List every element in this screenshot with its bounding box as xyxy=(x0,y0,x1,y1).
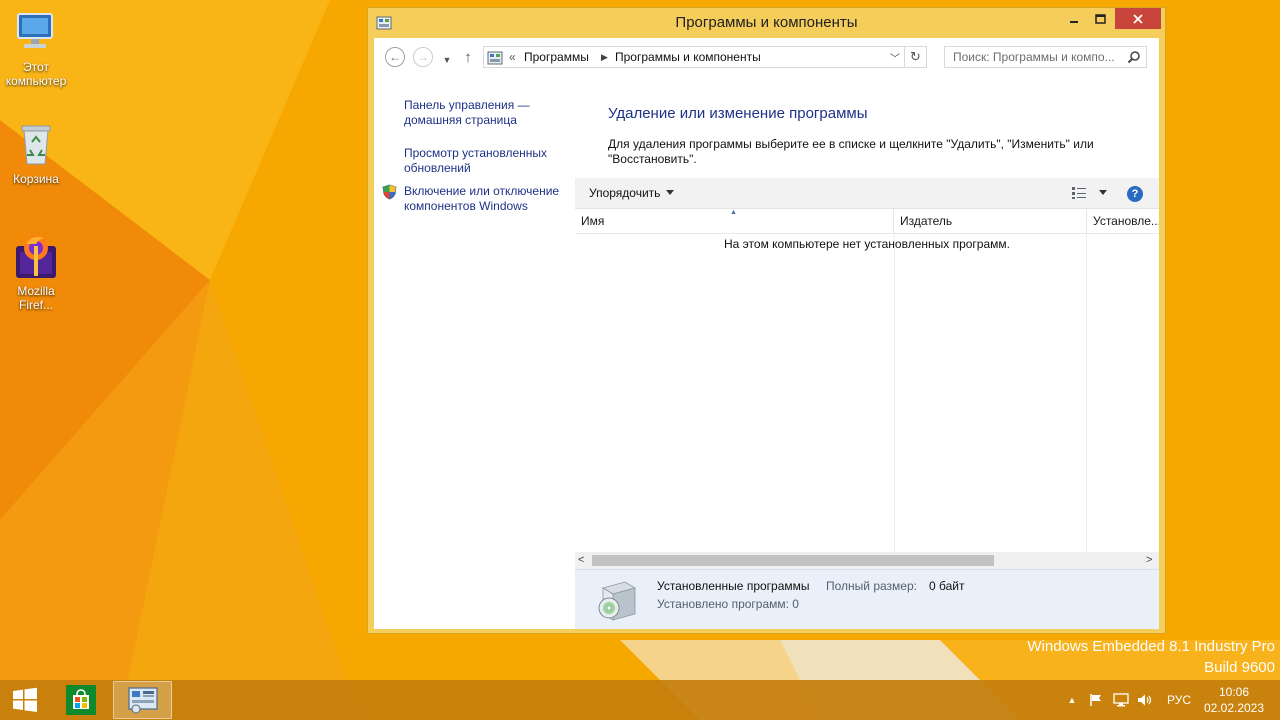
sidebar-link-control-panel-home[interactable]: Панель управления — домашняя страница xyxy=(404,98,574,128)
maximize-button[interactable] xyxy=(1087,8,1113,29)
close-button[interactable] xyxy=(1115,8,1161,29)
chevron-up-icon: ▲ xyxy=(1067,695,1077,705)
taskbar: ▲ РУС 10:06 02.02.2023 xyxy=(0,680,1280,720)
programs-and-features-window: Программы и компоненты ← → ▼ ↑ « Програм… xyxy=(367,7,1166,634)
refresh-button[interactable]: ↻ xyxy=(905,46,927,68)
watermark-edition: Windows Embedded 8.1 Industry Pro xyxy=(1027,638,1275,655)
sidebar-link-installed-updates[interactable]: Просмотр установленных обновлений xyxy=(404,146,574,176)
os-version-watermark: Windows Embedded 8.1 Industry Pro Build … xyxy=(1000,636,1275,678)
chevron-down-icon[interactable] xyxy=(1099,190,1107,195)
taskbar-control-panel-button[interactable] xyxy=(113,681,172,719)
network-icon xyxy=(1113,693,1129,707)
network-button[interactable] xyxy=(1111,680,1131,720)
details-size-value: 0 байт xyxy=(929,579,965,593)
command-bar: Упорядочить ? xyxy=(575,178,1159,209)
breadcrumb-programs-and-features[interactable]: Программы и компоненты xyxy=(615,50,761,64)
breadcrumb-separator-icon[interactable]: ▶ xyxy=(601,52,608,63)
details-title: Установленные программы xyxy=(657,579,810,593)
back-button[interactable]: ← xyxy=(385,47,405,67)
help-button[interactable]: ? xyxy=(1127,186,1143,202)
column-divider xyxy=(894,234,895,552)
refresh-icon: ↻ xyxy=(910,49,921,64)
details-size-label: Полный размер: xyxy=(826,579,917,593)
desktop-icon-firefox[interactable]: Mozilla Firef... xyxy=(0,232,72,312)
page-description: Для удаления программы выберите ее в спи… xyxy=(608,137,1094,166)
arrow-right-icon: → xyxy=(417,50,429,64)
arrow-up-icon: ↑ xyxy=(464,48,472,66)
breadcrumb-overflow-button[interactable]: « xyxy=(509,50,516,64)
breadcrumb-programs[interactable]: Программы xyxy=(524,50,589,64)
chevron-down-icon[interactable]: ﹀ xyxy=(890,50,900,65)
organize-button[interactable]: Упорядочить xyxy=(589,178,660,209)
column-header-installed-on[interactable]: Установле... xyxy=(1087,209,1159,234)
empty-list-message: На этом компьютере нет установленных про… xyxy=(724,237,1010,251)
address-bar[interactable]: « Программы ▶ Программы и компоненты ﹀ xyxy=(483,46,905,68)
recent-locations-button[interactable]: ▼ xyxy=(440,50,454,70)
minimize-icon xyxy=(1070,20,1078,23)
column-header-publisher[interactable]: Издатель xyxy=(894,209,1087,234)
clock-date: 02.02.2023 xyxy=(1203,701,1265,715)
window-title: Программы и компоненты xyxy=(675,14,858,31)
volume-button[interactable] xyxy=(1135,680,1155,720)
sort-ascending-icon: ▲ xyxy=(730,209,737,216)
desktop-icon-this-pc[interactable]: Этот компьютер xyxy=(0,8,72,88)
control-panel-icon xyxy=(487,51,503,65)
title-bar[interactable]: Программы и компоненты xyxy=(368,8,1165,38)
watermark-build: Build 9600 xyxy=(1204,659,1275,676)
taskbar-clock[interactable]: 10:06 02.02.2023 xyxy=(1198,684,1270,716)
search-icon[interactable] xyxy=(1127,50,1141,64)
program-list[interactable]: На этом компьютере нет установленных про… xyxy=(575,234,1159,552)
input-language-button[interactable]: РУС xyxy=(1160,680,1198,720)
maximize-icon xyxy=(1094,13,1106,24)
show-hidden-icons-button[interactable]: ▲ xyxy=(1064,680,1080,720)
sidebar-link-windows-features[interactable]: Включение или отключение компонентов Win… xyxy=(404,184,574,214)
scrollbar-thumb[interactable] xyxy=(592,555,994,566)
taskbar-store-button[interactable] xyxy=(57,680,105,720)
page-title: Удаление или изменение программы xyxy=(608,105,868,122)
desktop-icon-recycle-bin[interactable]: Корзина xyxy=(0,120,72,186)
chevron-down-icon: ▼ xyxy=(442,55,452,65)
forward-button[interactable]: → xyxy=(413,47,433,67)
control-panel-icon xyxy=(127,687,158,714)
shield-icon xyxy=(382,184,397,200)
recycle-bin-icon xyxy=(12,120,60,168)
window-client-area: ← → ▼ ↑ « Программы ▶ Программы и компон… xyxy=(374,38,1159,629)
desktop-icon-label: Корзина xyxy=(13,172,59,186)
details-pane: Установленные программы Полный размер: 0… xyxy=(575,569,1159,629)
desktop-icon-label: Mozilla Firef... xyxy=(17,284,55,312)
scroll-left-icon[interactable]: < xyxy=(578,554,584,566)
windows-logo-icon xyxy=(13,687,37,712)
minimize-button[interactable] xyxy=(1061,8,1087,29)
action-center-button[interactable] xyxy=(1086,680,1106,720)
store-icon xyxy=(66,685,96,715)
chevron-down-icon[interactable] xyxy=(666,190,674,195)
program-list-header: Имя ▲ Издатель Установле... xyxy=(575,209,1159,234)
arrow-left-icon: ← xyxy=(389,50,401,64)
up-button[interactable]: ↑ xyxy=(460,47,476,67)
navigation-bar: ← → ▼ ↑ « Программы ▶ Программы и компон… xyxy=(374,38,1159,76)
search-input[interactable] xyxy=(945,47,1125,67)
installed-programs-icon xyxy=(598,581,637,621)
flag-icon xyxy=(1090,694,1101,706)
clock-time: 10:06 xyxy=(1218,685,1250,699)
speaker-icon xyxy=(1138,694,1152,706)
details-program-count: Установлено программ: 0 xyxy=(657,597,799,611)
scroll-right-icon[interactable]: > xyxy=(1146,554,1152,566)
firefox-icon xyxy=(12,232,60,280)
close-icon xyxy=(1133,13,1143,24)
view-options-icon[interactable] xyxy=(1071,186,1087,200)
start-button[interactable] xyxy=(0,680,50,720)
horizontal-scrollbar[interactable]: < > xyxy=(575,552,1159,569)
column-divider xyxy=(1086,234,1087,552)
desktop-icon-label: Этот компьютер xyxy=(5,60,67,88)
computer-icon xyxy=(12,8,60,56)
search-box xyxy=(944,46,1147,68)
